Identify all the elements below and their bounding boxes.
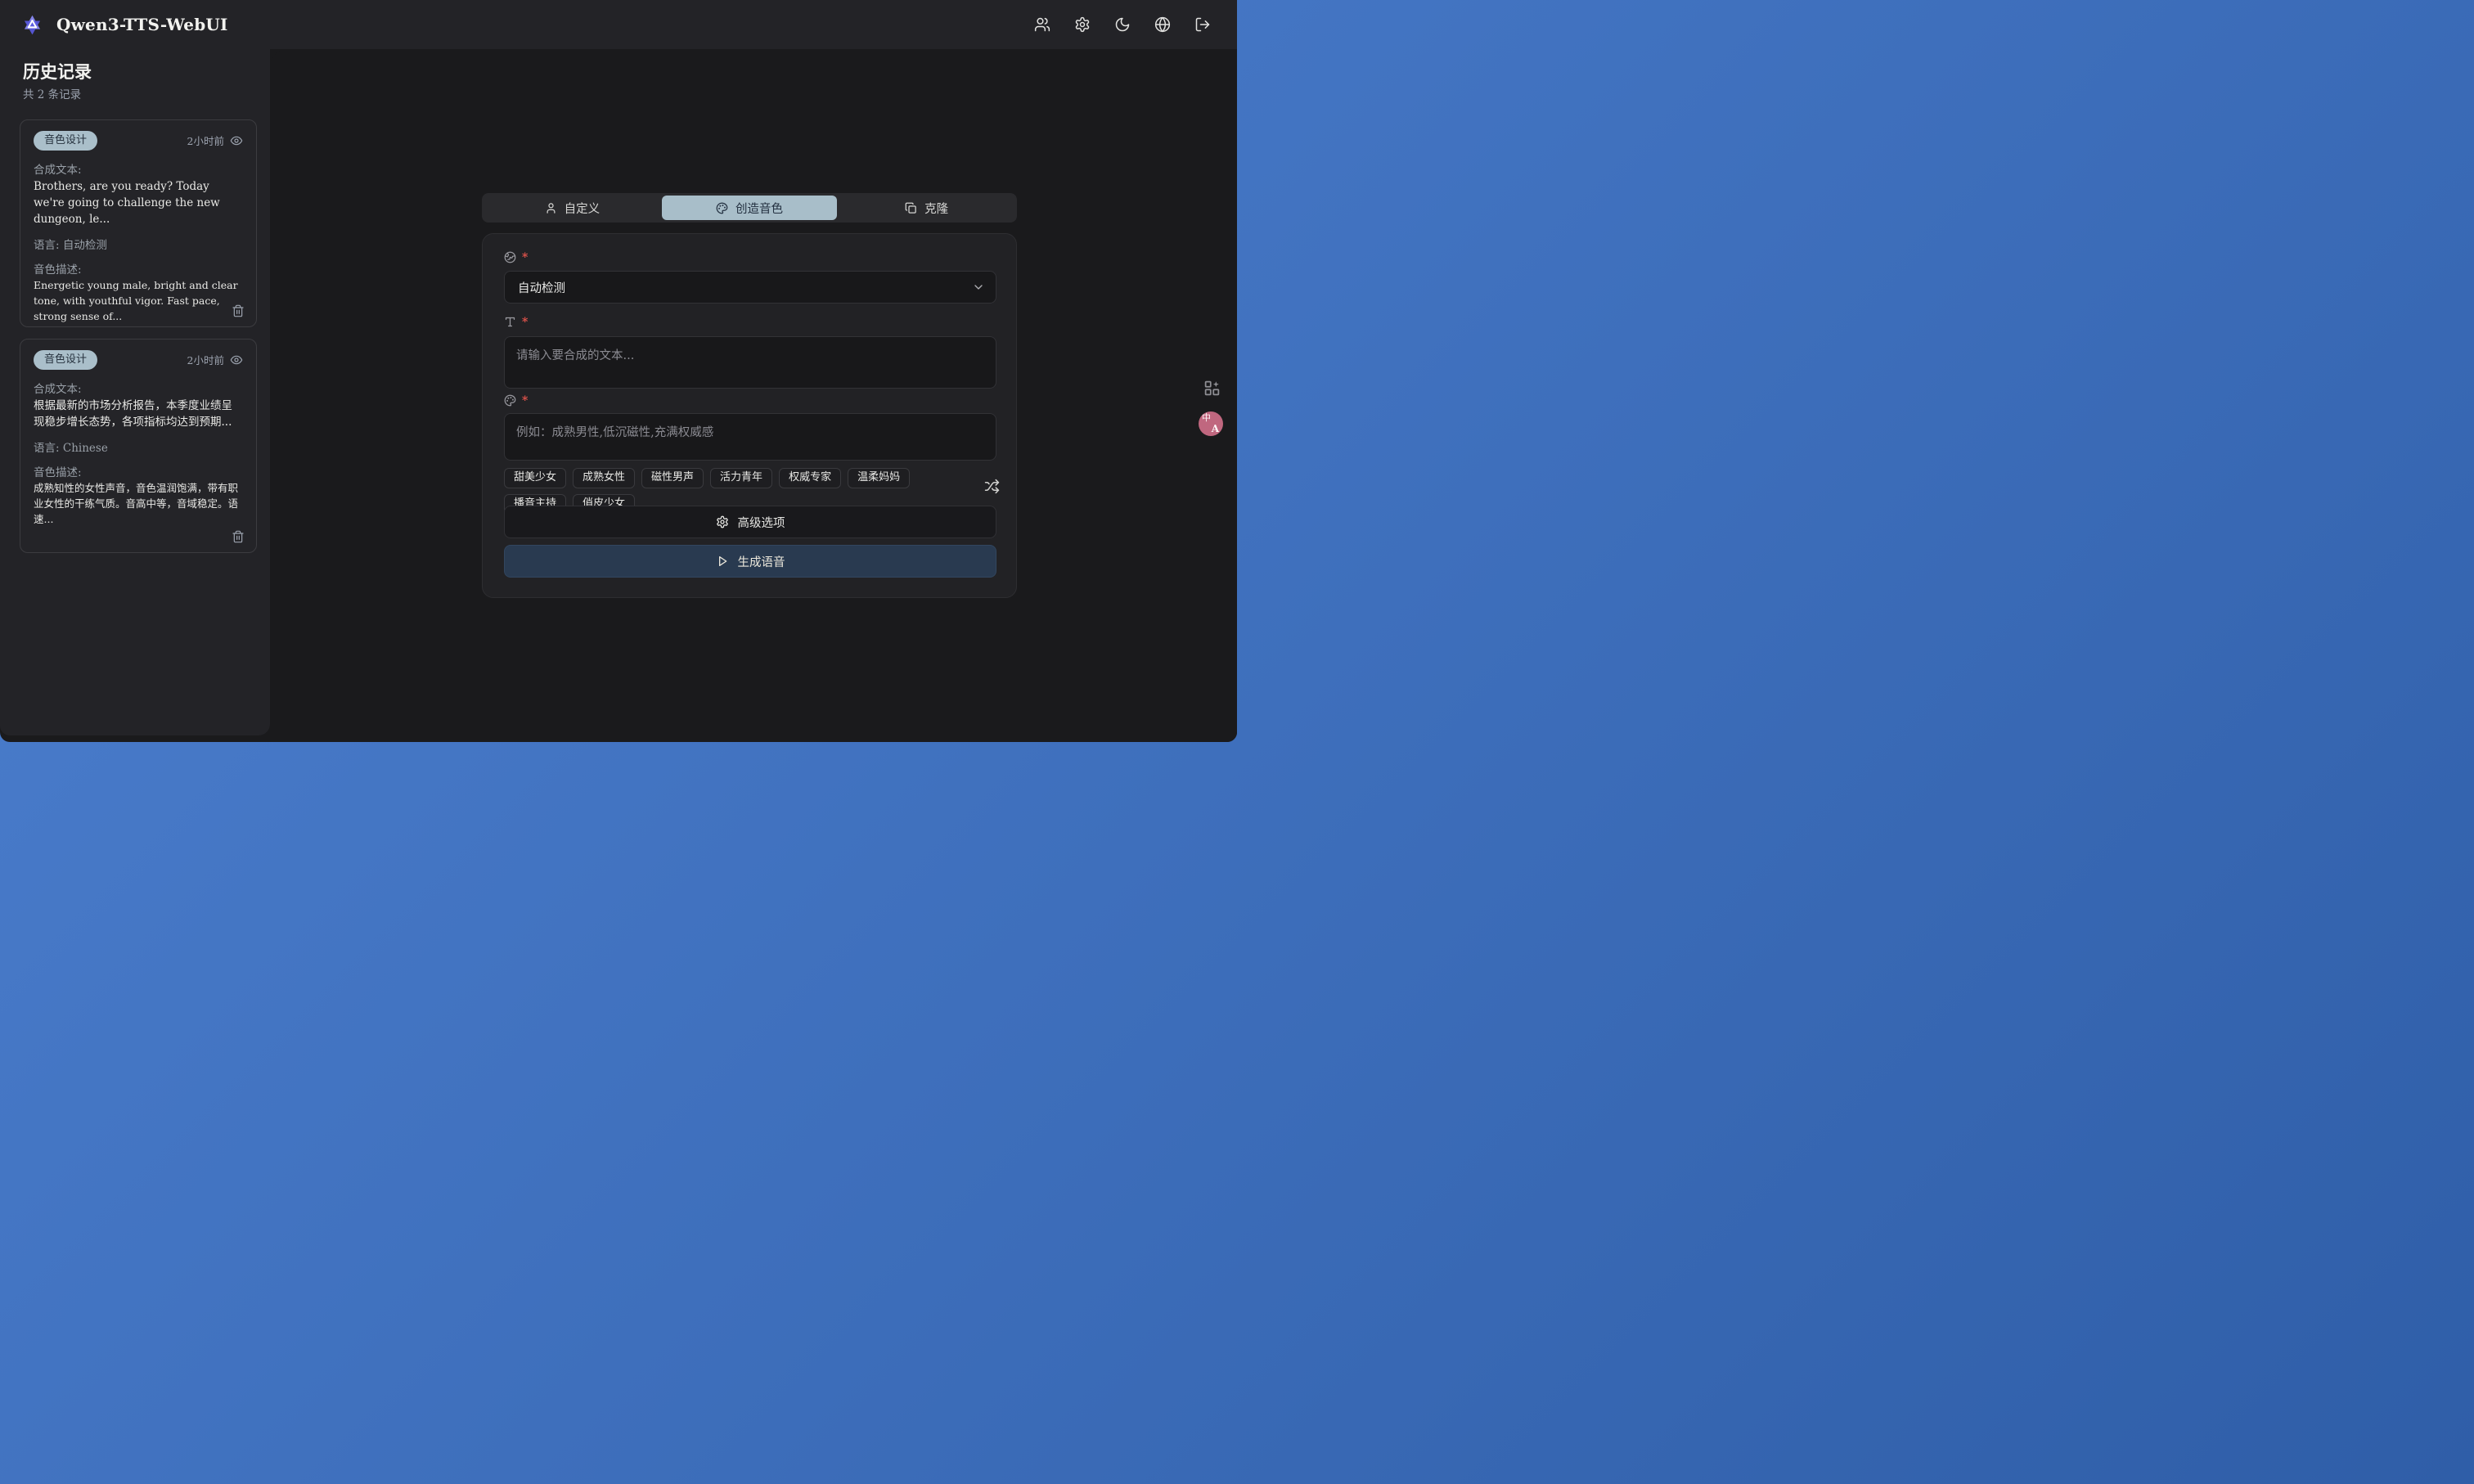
required-asterisk: * <box>522 395 528 407</box>
main-content: 自定义 创造音色 克隆 <box>270 49 1237 742</box>
app-header: Qwen3-TTS-WebUI <box>0 0 1237 49</box>
palette-icon <box>504 394 516 407</box>
synthesis-text-input[interactable] <box>504 336 996 389</box>
app-window: Qwen3-TTS-WebUI <box>0 0 1237 742</box>
eye-icon[interactable] <box>230 134 243 147</box>
trash-icon[interactable] <box>232 304 245 317</box>
language-select-value: 自动检测 <box>518 279 565 296</box>
history-sidebar: 历史记录 共 2 条记录 音色设计 2小时前 合成文本: Brothers, a… <box>0 49 270 735</box>
history-count: 共 2 条记录 <box>23 85 81 101</box>
history-card-header: 音色设计 2小时前 <box>34 350 243 370</box>
voice-description: 成熟知性的女性声音，音色温润饱满，带有职业女性的干练气质。音高中等，音域稳定。语… <box>34 481 243 527</box>
required-asterisk: * <box>522 252 528 263</box>
chip-preset[interactable]: 磁性男声 <box>641 468 704 488</box>
language-select[interactable]: 自动检测 <box>504 271 996 304</box>
chip-preset[interactable]: 甜美少女 <box>504 468 566 488</box>
trash-icon[interactable] <box>232 530 245 543</box>
desc-label: 音色描述: <box>34 260 243 277</box>
settings-gear-icon <box>716 515 729 528</box>
chip-preset[interactable]: 成熟女性 <box>573 468 635 488</box>
globe-icon <box>504 251 516 263</box>
shuffle-icon[interactable] <box>984 479 1000 494</box>
chip-preset[interactable]: 权威专家 <box>779 468 841 488</box>
voice-desc-input[interactable] <box>504 413 996 461</box>
history-card-header: 音色设计 2小时前 <box>34 131 243 151</box>
tab-custom[interactable]: 自定义 <box>484 196 660 220</box>
text-label: 合成文本: <box>34 160 243 177</box>
app-title: Qwen3-TTS-WebUI <box>56 15 228 34</box>
text-field-label: * <box>504 316 528 328</box>
language-field-label: * <box>504 251 528 263</box>
voice-description: Energetic young male, bright and clear t… <box>34 278 243 324</box>
dark-mode-moon-icon[interactable] <box>1114 16 1131 33</box>
required-asterisk: * <box>522 317 528 328</box>
mode-tabbar: 自定义 创造音色 克隆 <box>482 193 1017 223</box>
synthesis-text: Brothers, are you ready? Today we're goi… <box>34 178 243 228</box>
desc-label: 音色描述: <box>34 463 243 479</box>
tab-create-voice[interactable]: 创造音色 <box>662 196 838 220</box>
type-icon <box>504 316 516 328</box>
settings-gear-icon[interactable] <box>1074 16 1091 33</box>
eye-icon[interactable] <box>230 353 243 367</box>
copy-icon <box>905 202 917 214</box>
chip-preset[interactable]: 温柔妈妈 <box>848 468 910 488</box>
play-icon <box>716 555 729 568</box>
users-icon[interactable] <box>1034 16 1050 33</box>
user-icon <box>545 202 557 214</box>
voice-design-badge: 音色设计 <box>34 350 97 370</box>
timestamp: 2小时前 <box>187 133 224 148</box>
timestamp: 2小时前 <box>187 352 224 367</box>
tab-clone[interactable]: 克隆 <box>839 196 1014 220</box>
history-card[interactable]: 音色设计 2小时前 合成文本: Brothers, are you ready?… <box>20 119 257 327</box>
chevron-down-icon <box>972 281 985 294</box>
advanced-options-button[interactable]: 高级选项 <box>504 506 996 538</box>
history-card[interactable]: 音色设计 2小时前 合成文本: 根据最新的市场分析报告，本季度业绩呈现稳步增长态… <box>20 339 257 553</box>
language-line: 语言: 自动检测 <box>34 236 243 252</box>
qwen-star-logo-icon <box>21 14 43 36</box>
language-line: 语言: Chinese <box>34 438 243 455</box>
language-globe-icon[interactable] <box>1154 16 1171 33</box>
create-voice-panel: * 自动检测 * <box>482 233 1017 598</box>
voice-design-badge: 音色设计 <box>34 131 97 151</box>
widgets-sparkle-icon[interactable] <box>1203 380 1221 397</box>
header-actions <box>1034 0 1211 49</box>
palette-icon <box>716 202 728 214</box>
chip-preset[interactable]: 活力青年 <box>710 468 772 488</box>
generate-speech-button[interactable]: 生成语音 <box>504 545 996 578</box>
history-title: 历史记录 <box>23 59 92 83</box>
translate-icon[interactable]: 中 A <box>1199 411 1223 436</box>
synthesis-text: 根据最新的市场分析报告，本季度业绩呈现稳步增长态势，各项指标均达到预期... <box>34 398 243 431</box>
text-label: 合成文本: <box>34 380 243 396</box>
voice-desc-field-label: * <box>504 394 528 407</box>
logout-icon[interactable] <box>1194 16 1211 33</box>
